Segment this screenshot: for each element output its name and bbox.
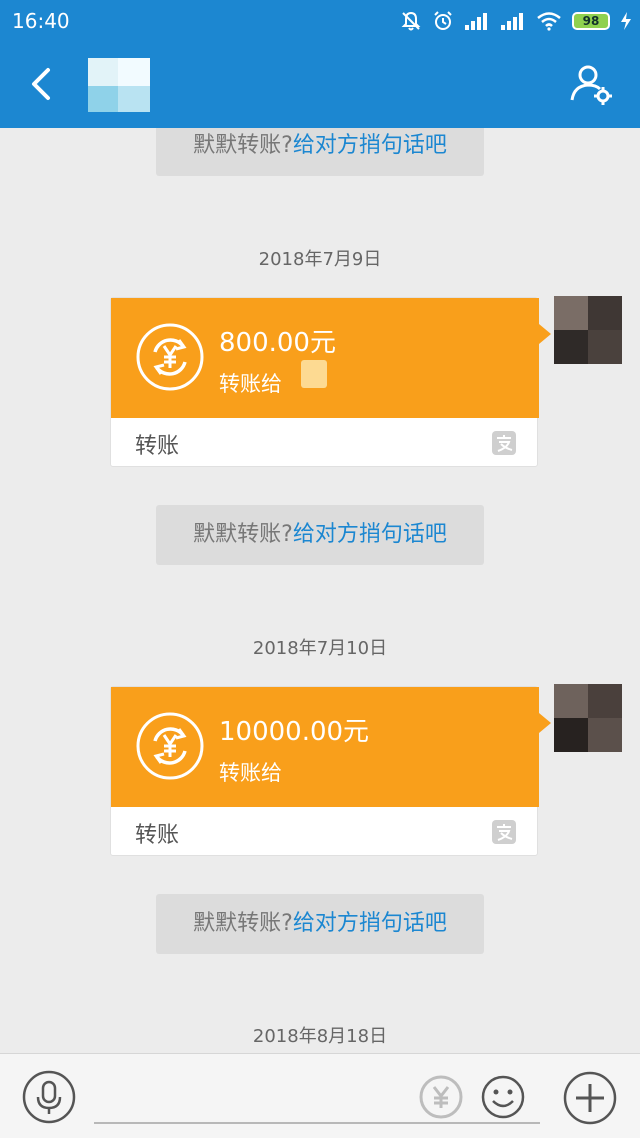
- transfer-card-header: 800.00元 转账给: [111, 298, 551, 418]
- date-label: 2018年7月9日: [258, 249, 382, 270]
- send-message-hint: 默默转账?给对方捎句话吧: [156, 128, 484, 176]
- yen-transfer-icon[interactable]: [418, 1074, 464, 1120]
- status-icons: 98: [400, 9, 632, 33]
- transfer-card[interactable]: 800.00元 转账给 转账: [110, 297, 551, 467]
- transfer-card-footer-label: 转账: [135, 434, 180, 459]
- silent-bell-icon: [401, 11, 421, 31]
- transfer-card-footer-label: 转账: [135, 823, 180, 848]
- transfer-card[interactable]: 10000.00元 转账给 转账: [110, 686, 551, 856]
- signal-icon-2: [501, 13, 523, 30]
- wifi-icon: [537, 12, 561, 31]
- sender-avatar[interactable]: [554, 684, 622, 752]
- chat-area[interactable]: 默默转账?给对方捎句话吧 2018年7月9日 800.00元 转账给 转账 默默…: [0, 128, 640, 1053]
- hint-link[interactable]: 给对方捎句话吧: [293, 522, 447, 547]
- hint-prefix: 默默转账?: [193, 522, 293, 547]
- message-input[interactable]: [94, 1122, 540, 1124]
- yen-transfer-icon: [136, 712, 204, 780]
- transfer-card-header: 10000.00元 转账给: [111, 687, 551, 807]
- alipay-icon: [492, 431, 516, 455]
- hint-link[interactable]: 给对方捎句话吧: [293, 133, 447, 158]
- alarm-icon: [434, 11, 452, 30]
- yen-transfer-icon: [136, 323, 204, 391]
- hint-prefix: 默默转账?: [193, 133, 293, 158]
- hint-prefix: 默默转账?: [193, 911, 293, 936]
- transfer-amount: 10000.00元: [219, 717, 370, 747]
- signal-icon: [465, 13, 487, 30]
- recipient-name-blurred: [301, 360, 327, 388]
- plus-icon[interactable]: [562, 1070, 618, 1126]
- send-message-hint: 默默转账?给对方捎句话吧: [156, 894, 484, 954]
- chat-header: [0, 42, 640, 128]
- input-bar: [0, 1053, 640, 1138]
- transfer-amount: 800.00元: [219, 328, 336, 358]
- microphone-icon[interactable]: [22, 1070, 76, 1124]
- send-message-hint: 默默转账?给对方捎句话吧: [156, 505, 484, 565]
- status-time: 16:40: [12, 9, 70, 33]
- charging-icon: [621, 12, 631, 30]
- alipay-icon: [492, 820, 516, 844]
- sender-avatar[interactable]: [554, 296, 622, 364]
- transfer-recipient-label: 转账给: [219, 761, 282, 785]
- contact-avatar-blurred[interactable]: [88, 58, 150, 112]
- hint-link[interactable]: 给对方捎句话吧: [293, 911, 447, 936]
- smiley-icon[interactable]: [480, 1074, 526, 1120]
- transfer-recipient-label: 转账给: [219, 372, 282, 396]
- date-label: 2018年8月18日: [252, 1026, 388, 1047]
- status-bar: 16:40 98: [0, 0, 640, 42]
- back-button[interactable]: [22, 62, 62, 106]
- date-label: 2018年7月10日: [252, 638, 388, 659]
- user-gear-icon[interactable]: [568, 62, 616, 108]
- battery-icon: 98: [572, 12, 610, 30]
